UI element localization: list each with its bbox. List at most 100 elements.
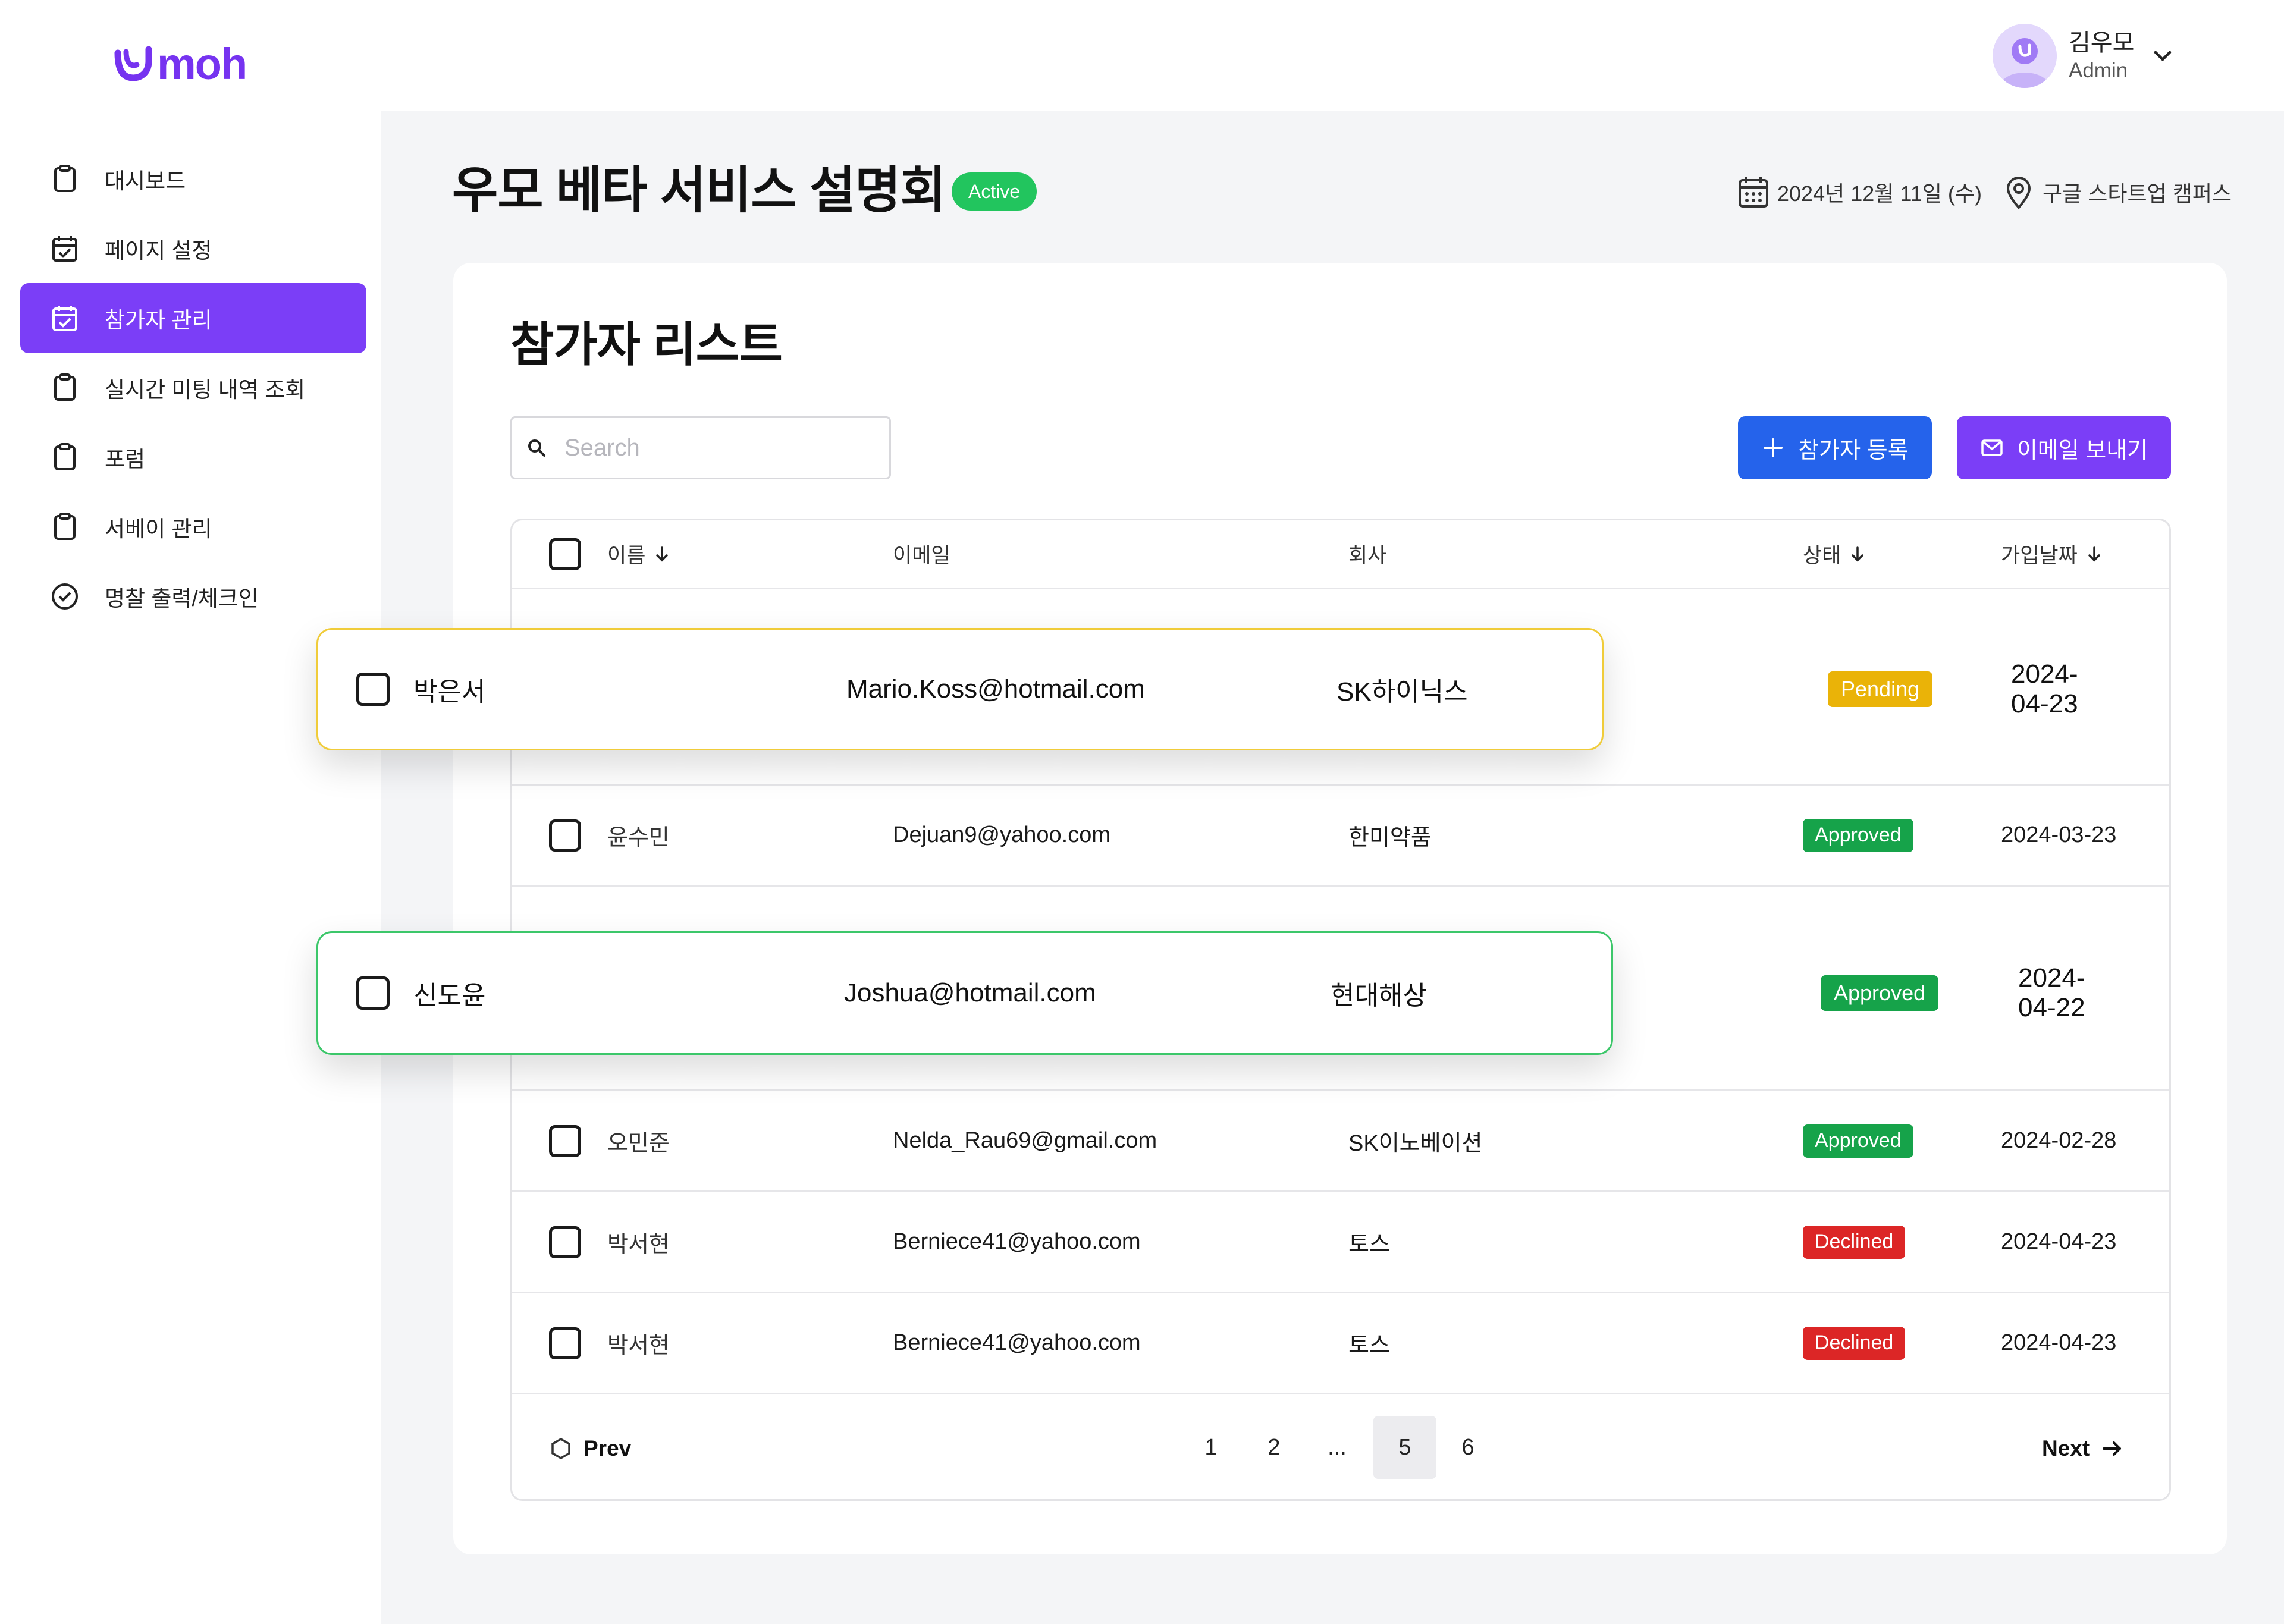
participant-email: Joshua@hotmail.com <box>844 978 1096 1007</box>
page-5[interactable]: 5 <box>1373 1416 1436 1479</box>
participant-date: 2024-03-23 <box>2001 822 2117 847</box>
sidebar-item-label: 서베이 관리 <box>105 517 212 541</box>
column-header-joined[interactable]: 가입날짜 <box>2001 520 2104 588</box>
participant-company: 토스 <box>1348 1232 1390 1257</box>
select-all-checkbox[interactable] <box>549 538 581 570</box>
avatar <box>1993 24 2057 88</box>
mail-icon <box>1981 439 2003 456</box>
send-email-label: 이메일 보내기 <box>2016 438 2148 463</box>
sidebar-item-dashboard[interactable]: 대시보드 <box>20 144 366 214</box>
user-name: 김우모 <box>2069 30 2135 56</box>
search-input[interactable] <box>564 434 886 461</box>
highlighted-row-approved[interactable]: 신도윤 Joshua@hotmail.com 현대해상 Approved 202… <box>316 931 2085 1055</box>
sidebar: 대시보드 페이지 설정 참가자 관리 실시간 미팅 내역 조회 포럼 서베이 관… <box>0 111 381 1624</box>
clipboard-icon <box>54 513 76 540</box>
calendar-check-icon <box>52 306 77 331</box>
column-header-label: 회사 <box>1348 544 1387 567</box>
column-header-status[interactable]: 상태 <box>1803 520 1867 588</box>
row-checkbox-cell <box>549 1091 581 1190</box>
calendar-icon <box>1739 177 1768 208</box>
row-checkbox-cell <box>549 1192 581 1292</box>
brand-logo-icon <box>114 46 152 81</box>
participant-name: 신도윤 <box>413 981 486 1010</box>
prev-label: Prev <box>583 1436 632 1460</box>
participant-name: 박서현 <box>607 1333 670 1358</box>
sidebar-item-label: 참가자 관리 <box>105 308 212 332</box>
search-icon <box>528 439 545 457</box>
sidebar-item-page-settings[interactable]: 페이지 설정 <box>20 213 366 284</box>
column-header-label: 이름 <box>607 544 646 567</box>
column-header-company: 회사 <box>1348 520 1386 588</box>
sidebar-item-label: 명찰 출력/체크인 <box>105 586 259 611</box>
participant-name: 박서현 <box>607 1232 670 1257</box>
sidebar-item-participants[interactable]: 참가자 관리 <box>20 283 366 353</box>
hexagon-icon <box>551 1437 570 1460</box>
sidebar-item-label: 페이지 설정 <box>105 238 212 263</box>
column-header-name[interactable]: 이름 <box>607 520 672 588</box>
row-checkbox[interactable] <box>549 1327 581 1359</box>
sidebar-item-label: 실시간 미팅 내역 조회 <box>105 378 306 402</box>
brand-logo[interactable]: moh <box>113 37 247 90</box>
table-row[interactable]: 박서현 Berniece41@yahoo.com 토스 Declined 202… <box>512 1192 2169 1293</box>
row-checkbox[interactable] <box>549 1124 581 1157</box>
user-avatar-icon <box>1993 24 2057 88</box>
chevron-down-icon[interactable] <box>2148 42 2177 70</box>
status-badge: Active <box>952 172 1037 211</box>
next-page-button[interactable]: Next <box>2042 1398 2124 1499</box>
user-info: 김우모 Admin <box>2069 28 2134 84</box>
participant-company: 현대해상 <box>1331 981 1427 1010</box>
arrow-down-icon <box>2088 546 2100 561</box>
table-row[interactable]: 오민준 Nelda_Rau69@gmail.com SK이노베이션 Approv… <box>512 1091 2169 1192</box>
row-checkbox[interactable] <box>549 1226 581 1258</box>
participant-date: 2024-04-22 <box>2018 963 2085 1022</box>
location-pin-icon <box>2006 177 2031 210</box>
clipboard-icon <box>54 165 76 192</box>
table-row[interactable]: 박서현 Berniece41@yahoo.com 토스 Declined 202… <box>512 1293 2169 1394</box>
sidebar-item-meeting-history[interactable]: 실시간 미팅 내역 조회 <box>20 353 366 423</box>
participant-name: 박은서 <box>413 677 486 706</box>
status-badge: Approved <box>1821 975 1939 1011</box>
participant-company: 토스 <box>1348 1333 1390 1358</box>
arrow-down-icon <box>656 546 669 561</box>
page-ellipsis: ... <box>1328 1434 1347 1460</box>
arrow-down-icon <box>1852 546 1864 561</box>
column-header-email: 이메일 <box>893 520 950 588</box>
send-email-button[interactable]: 이메일 보내기 <box>1957 416 2171 479</box>
page-2[interactable]: 2 <box>1243 1416 1306 1479</box>
participant-email: Dejuan9@yahoo.com <box>893 822 1111 847</box>
event-location: 구글 스타트업 캠퍼스 <box>2042 181 2232 206</box>
prev-page-button[interactable]: Prev <box>549 1398 631 1499</box>
clipboard-icon <box>54 373 76 401</box>
highlighted-row-pending[interactable]: 박은서 Mario.Koss@hotmail.com SK하이닉스 Pendin… <box>316 628 2078 750</box>
row-checkbox-cell <box>549 1293 581 1393</box>
page-6[interactable]: 6 <box>1436 1416 1499 1479</box>
table-row[interactable]: 윤수민 Dejuan9@yahoo.com 한미약품 Approved 2024… <box>512 786 2169 887</box>
row-checkbox[interactable] <box>549 819 581 852</box>
participant-company: SK하이닉스 <box>1336 677 1468 706</box>
sidebar-item-survey[interactable]: 서베이 관리 <box>20 492 366 562</box>
add-participant-button[interactable]: 참가자 등록 <box>1738 416 1932 479</box>
participant-company: 한미약품 <box>1348 825 1432 850</box>
next-label: Next <box>2042 1436 2090 1460</box>
participant-email: Nelda_Rau69@gmail.com <box>893 1128 1157 1153</box>
top-bar: moh 김우모 Admin <box>0 0 2284 111</box>
search-box <box>510 416 891 479</box>
participant-name: 오민준 <box>607 1131 670 1156</box>
page-1[interactable]: 1 <box>1179 1416 1243 1479</box>
row-checkbox-cell <box>549 786 581 885</box>
sidebar-item-badge-checkin[interactable]: 명찰 출력/체크인 <box>20 561 366 632</box>
user-role: Admin <box>2069 59 2128 82</box>
user-menu[interactable]: 김우모 Admin <box>1993 23 2177 89</box>
row-checkbox[interactable] <box>356 976 390 1010</box>
participant-company: SK이노베이션 <box>1348 1131 1483 1156</box>
event-date: 2024년 12월 11일 (수) <box>1777 181 1982 206</box>
sidebar-item-label: 포럼 <box>105 447 146 472</box>
clipboard-icon <box>54 443 76 470</box>
column-header-label: 상태 <box>1803 544 1841 567</box>
row-checkbox[interactable] <box>356 673 390 706</box>
participant-email: Berniece41@yahoo.com <box>893 1330 1141 1355</box>
participant-email: Mario.Koss@hotmail.com <box>846 674 1145 703</box>
status-badge: Approved <box>1803 1124 1913 1158</box>
table-header: 이름 이메일 회사 상태 가입날짜 <box>512 520 2169 589</box>
sidebar-item-forum[interactable]: 포럼 <box>20 422 366 492</box>
